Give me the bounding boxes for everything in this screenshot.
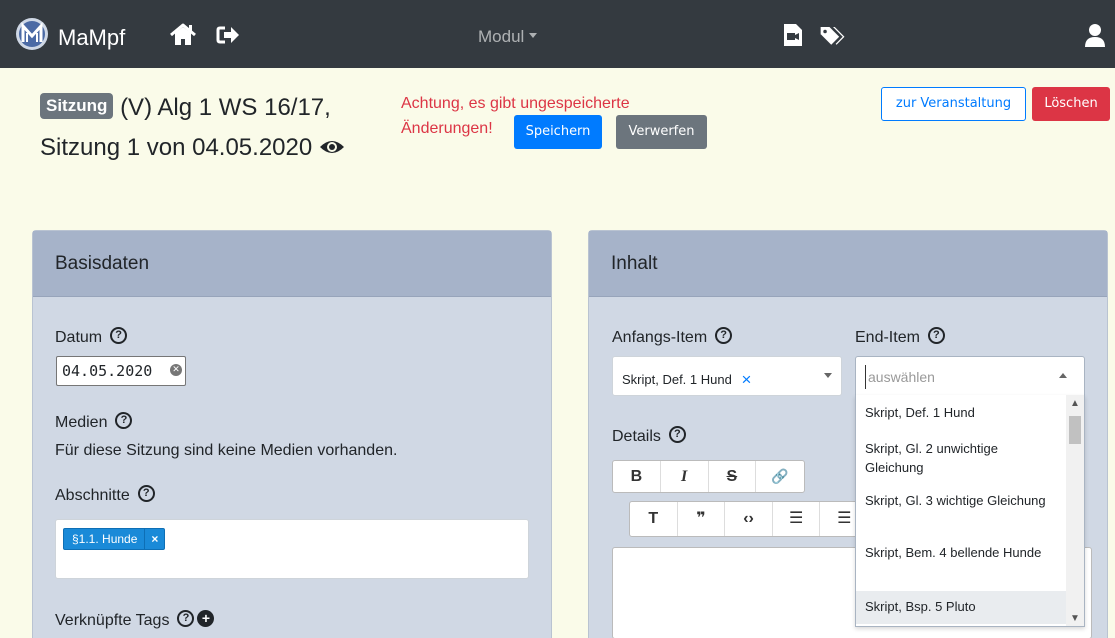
end-item-dropdown: Skript, Def. 1 Hund Skript, Gl. 2 unwich… [855,395,1085,627]
tags-label-row: Verknüpfte Tags? + [55,610,215,630]
save-button[interactable]: Speichern [514,115,602,149]
tags-label: Verknüpfte Tags [55,612,170,629]
page-title: Sitzung (V) Alg 1 WS 16/17, Sitzung 1 vo… [40,88,360,168]
end-item-label: End-Item [855,329,920,346]
date-label-row: Datum? [55,327,128,347]
delete-button[interactable]: Löschen [1032,87,1110,121]
dropdown-option[interactable]: Skript, Gl. 3 wichtige Gleichung [856,491,1066,510]
details-label-row: Details? [612,426,686,446]
end-item-label-row: End-Item? [855,327,945,347]
section-chip: §1.1. Hunde × [63,528,166,550]
to-course-button[interactable]: zur Veranstaltung [881,87,1026,121]
scroll-thumb[interactable] [1069,416,1081,444]
basisdaten-card: Basisdaten Datum? 04.05.2020 ✕ Medien? F… [32,230,552,638]
discard-button[interactable]: Verwerfen [616,115,707,149]
details-label: Details [612,428,661,445]
help-icon[interactable]: ? [927,327,945,345]
help-icon[interactable]: ? [177,610,195,628]
end-item-select[interactable]: auswählen [855,356,1085,396]
dropdown-option[interactable]: Skript, Gl. 2 unwichtige Gleichung [856,439,1066,477]
dropdown-option[interactable]: Skript, Bem. 4 bellende Hunde [856,543,1066,562]
start-item-label: Anfangs-Item [612,329,708,346]
date-field[interactable]: 04.05.2020 ✕ [56,356,186,386]
link-button[interactable]: 🔗 [756,461,804,492]
inhalt-header: Inhalt [589,231,1107,297]
end-item-search-input[interactable]: auswählen [865,365,1035,389]
sections-input[interactable]: §1.1. Hunde × [55,519,529,579]
help-icon[interactable]: ? [668,426,686,444]
basisdaten-header: Basisdaten [33,231,551,297]
italic-button[interactable]: I [661,461,709,492]
chevron-down-icon[interactable] [824,373,832,378]
logout-icon[interactable] [213,20,243,50]
editor-toolbar-top: B I S 🔗 [612,460,805,493]
sections-label: Abschnitte [55,487,130,504]
code-button[interactable]: ‹› [725,502,773,536]
help-icon[interactable]: ? [715,327,733,345]
help-icon[interactable]: ? [115,412,133,430]
media-label: Medien [55,414,108,431]
editor-toolbar-bottom: T ❞ ‹› ☰ ☰ [629,501,869,537]
start-item-select[interactable]: Skript, Def. 1 Hund × [612,356,842,396]
help-icon[interactable]: ? [137,485,155,503]
start-item-label-row: Anfangs-Item? [612,327,733,347]
chevron-down-icon [529,33,538,39]
type-badge: Sitzung [40,92,114,119]
video-file-icon[interactable] [778,20,808,50]
dropdown-option[interactable]: Skript, Def. 1 Hund [856,403,1066,422]
clear-selection-icon[interactable]: × [741,370,751,389]
strikethrough-button[interactable]: S [709,461,757,492]
quote-button[interactable]: ❞ [678,502,726,536]
section-chip-label: §1.1. Hunde [72,532,138,546]
media-empty-text: Für diese Sitzung sind keine Medien vorh… [55,442,398,459]
date-label: Datum [55,329,103,346]
tags-icon[interactable] [818,20,848,50]
chevron-up-icon[interactable] [1059,373,1067,378]
mampf-logo-icon[interactable] [15,17,49,51]
scroll-up-icon[interactable]: ▲ [1070,398,1080,409]
clear-date-icon[interactable]: ✕ [170,364,182,376]
scroll-down-icon[interactable]: ▼ [1070,613,1080,624]
modul-dropdown[interactable]: Modul [478,27,538,47]
eye-icon[interactable] [319,137,345,157]
bold-button[interactable]: B [613,461,661,492]
sections-label-row: Abschnitte? [55,485,155,505]
navbar: MaMpf Modul [0,0,1115,68]
user-icon[interactable] [1080,20,1110,50]
bullet-list-button[interactable]: ☰ [773,502,821,536]
date-value: 04.05.2020 [62,362,153,380]
home-icon[interactable] [168,20,198,50]
modul-label: Modul [478,27,525,46]
help-icon[interactable]: ? [110,327,128,345]
heading-button[interactable]: T [630,502,678,536]
brand-name[interactable]: MaMpf [58,25,125,51]
start-item-value: Skript, Def. 1 Hund [622,372,732,387]
media-label-row: Medien? [55,412,133,432]
remove-chip-icon[interactable]: × [144,529,164,549]
add-tag-icon[interactable]: + [197,610,215,628]
dropdown-scrollbar[interactable]: ▲ ▼ [1066,395,1084,626]
dropdown-option-highlighted[interactable]: Skript, Bsp. 5 Pluto [856,591,1066,624]
